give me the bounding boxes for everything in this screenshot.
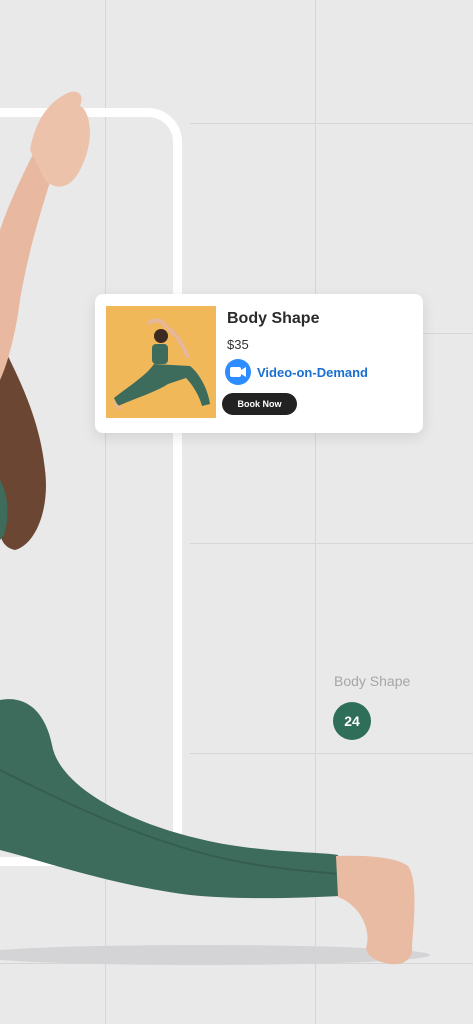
grid-line xyxy=(190,753,473,754)
class-card[interactable]: Body Shape $35 Video-on-Demand Book Now xyxy=(95,294,423,433)
grid-line xyxy=(190,123,473,124)
foot-shape xyxy=(336,855,415,965)
count-badge: 24 xyxy=(333,702,371,740)
class-price: $35 xyxy=(227,337,249,352)
class-photo xyxy=(106,306,216,418)
grid-line xyxy=(190,543,473,544)
side-class-label: Body Shape xyxy=(334,673,411,689)
video-camera-icon xyxy=(225,359,251,385)
delivery-type: Video-on-Demand xyxy=(225,359,368,385)
floor-shadow xyxy=(0,945,430,965)
delivery-type-label: Video-on-Demand xyxy=(257,364,368,380)
phone-frame-outline xyxy=(0,108,182,866)
book-now-button[interactable]: Book Now xyxy=(222,393,297,415)
grid-line xyxy=(315,0,316,1024)
class-title: Body Shape xyxy=(227,310,320,327)
app-screen: Body Shape $35 Video-on-Demand Book Now … xyxy=(0,0,473,1024)
grid-line xyxy=(0,963,473,964)
